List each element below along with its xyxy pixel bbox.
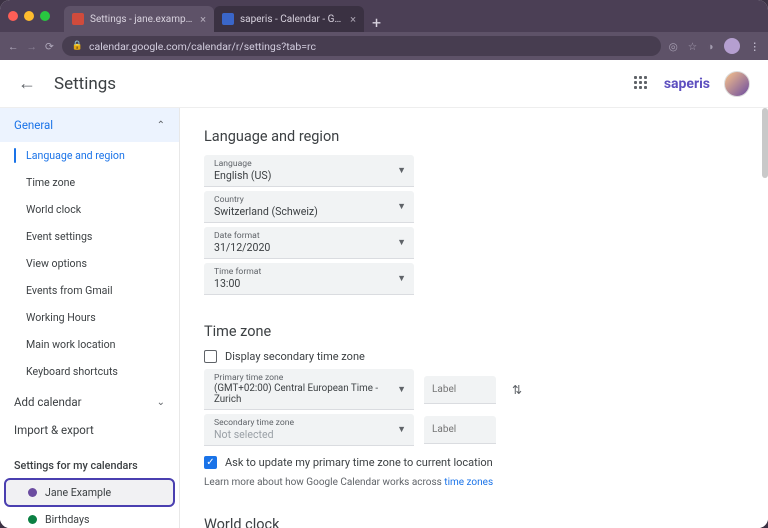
sidebar-item-main-work-loc[interactable]: Main work location [0,331,179,358]
app-header: ← Settings saperis [0,60,768,108]
dropdown-label: Country [214,195,318,205]
link-time-zones[interactable]: time zones [444,477,493,488]
kebab-menu-icon[interactable]: ⋮ [750,40,761,53]
close-tab-icon[interactable]: × [350,13,356,26]
sidebar-item-view-options[interactable]: View options [0,250,179,277]
google-apps-icon[interactable] [634,76,650,92]
section-title-time-zone: Time zone [204,323,744,340]
caret-down-icon: ▼ [397,165,406,176]
sidebar-item-working-hours[interactable]: Working Hours [0,304,179,331]
sidebar-item-time-zone[interactable]: Time zone [0,169,179,196]
dropdown-value: English (US) [214,169,271,182]
dropdown-value: (GMT+02:00) Central European Time - Zuri… [214,383,397,405]
dropdown-value: Switzerland (Schweiz) [214,205,318,218]
window-controls [8,11,50,21]
back-icon[interactable]: ← [8,40,19,53]
dropdown-label: Primary time zone [214,373,397,383]
primary-tz-label-input[interactable] [424,376,496,404]
caret-down-icon: ▼ [397,384,406,395]
sidebar-item-label: Import & export [14,423,94,437]
sidebar-group-general[interactable]: General ⌃ [0,108,179,142]
secondary-tz-label-input[interactable] [424,416,496,444]
eye-icon[interactable]: ◎ [669,40,678,53]
dropdown-time-format[interactable]: Time format 13:00 ▼ [204,263,414,295]
sidebar-item-events-gmail[interactable]: Events from Gmail [0,277,179,304]
checkbox-label: Display secondary time zone [225,350,365,363]
calendar-color-dot [28,515,37,524]
dropdown-secondary-timezone[interactable]: Secondary time zone Not selected ▼ [204,414,414,446]
back-arrow-icon[interactable]: ← [18,73,36,94]
sidebar-group-add-calendar[interactable]: Add calendar ⌄ [0,385,179,419]
tab-favicon [72,13,84,25]
page-title: Settings [54,74,116,94]
dropdown-value: 13:00 [214,277,261,290]
checkbox-ask-update-tz[interactable]: ✓ [204,456,217,469]
extension-icon[interactable]: ◑ [707,40,713,53]
sidebar-item-keyboard-shortcuts[interactable]: Keyboard shortcuts [0,358,179,385]
browser-tab-1[interactable]: saperis - Calendar - General s… × [214,6,364,32]
scrollbar-thumb[interactable] [762,108,768,178]
section-title-world-clock: World clock [204,516,744,528]
browser-tab-0[interactable]: Settings - jane.example@sap… × [64,6,214,32]
calendar-item-birthdays[interactable]: Birthdays [6,507,173,528]
checkbox-display-secondary-tz[interactable] [204,350,217,363]
calendar-name: Jane Example [45,486,111,499]
calendar-color-dot [28,488,37,497]
dropdown-date-format[interactable]: Date format 31/12/2020 ▼ [204,227,414,259]
tab-title: saperis - Calendar - General s… [240,14,344,25]
tab-favicon [222,13,234,25]
sidebar-item-import-export[interactable]: Import & export [0,419,179,447]
tab-title: Settings - jane.example@sap… [90,14,194,25]
dropdown-language[interactable]: Language English (US) ▼ [204,155,414,187]
star-icon[interactable]: ☆ [688,40,697,53]
reload-icon[interactable]: ⟳ [45,40,54,53]
caret-down-icon: ▼ [397,424,406,435]
caret-down-icon: ▼ [397,237,406,248]
calendar-name: Birthdays [45,513,89,526]
sidebar-group-label: General [14,118,53,132]
new-tab-button[interactable]: + [364,13,389,32]
account-avatar[interactable] [724,71,750,97]
forward-icon[interactable]: → [27,40,38,53]
dropdown-label: Time format [214,267,261,277]
minimize-window-button[interactable] [24,11,34,21]
checkbox-label: Ask to update my primary time zone to cu… [225,456,493,469]
section-title-language-region: Language and region [204,128,744,145]
dropdown-value: 31/12/2020 [214,241,270,254]
calendar-item-jane-example[interactable]: Jane Example [6,480,173,505]
profile-avatar[interactable] [724,38,740,54]
lock-icon: 🔒 [72,41,83,51]
sidebar-item-event-settings[interactable]: Event settings [0,223,179,250]
sidebar-heading-my-calendars: Settings for my calendars [0,447,179,478]
sidebar-group-label: Add calendar [14,395,81,409]
dropdown-value: Not selected [214,428,294,441]
swap-timezones-icon[interactable]: ⇅ [512,383,522,397]
maximize-window-button[interactable] [40,11,50,21]
settings-sidebar: General ⌃ Language and region Time zone … [0,108,180,528]
brand-label: saperis [664,76,710,92]
url-text: calendar.google.com/calendar/r/settings?… [89,40,316,53]
address-bar[interactable]: 🔒 calendar.google.com/calendar/r/setting… [62,36,661,56]
browser-tabstrip: Settings - jane.example@sap… × saperis -… [0,0,768,32]
sidebar-item-language-region[interactable]: Language and region [0,142,179,169]
dropdown-label: Secondary time zone [214,418,294,428]
sidebar-item-world-clock[interactable]: World clock [0,196,179,223]
chevron-down-icon: ⌄ [157,397,165,408]
dropdown-primary-timezone[interactable]: Primary time zone (GMT+02:00) Central Eu… [204,369,414,410]
caret-down-icon: ▼ [397,273,406,284]
timezone-learn-more: Learn more about how Google Calendar wor… [204,477,744,488]
dropdown-country[interactable]: Country Switzerland (Schweiz) ▼ [204,191,414,223]
settings-main: Language and region Language English (US… [180,108,768,528]
chevron-up-icon: ⌃ [157,120,165,131]
browser-toolbar: ← → ⟳ 🔒 calendar.google.com/calendar/r/s… [0,32,768,60]
dropdown-label: Date format [214,231,270,241]
close-window-button[interactable] [8,11,18,21]
caret-down-icon: ▼ [397,201,406,212]
close-tab-icon[interactable]: × [200,13,206,26]
dropdown-label: Language [214,159,271,169]
